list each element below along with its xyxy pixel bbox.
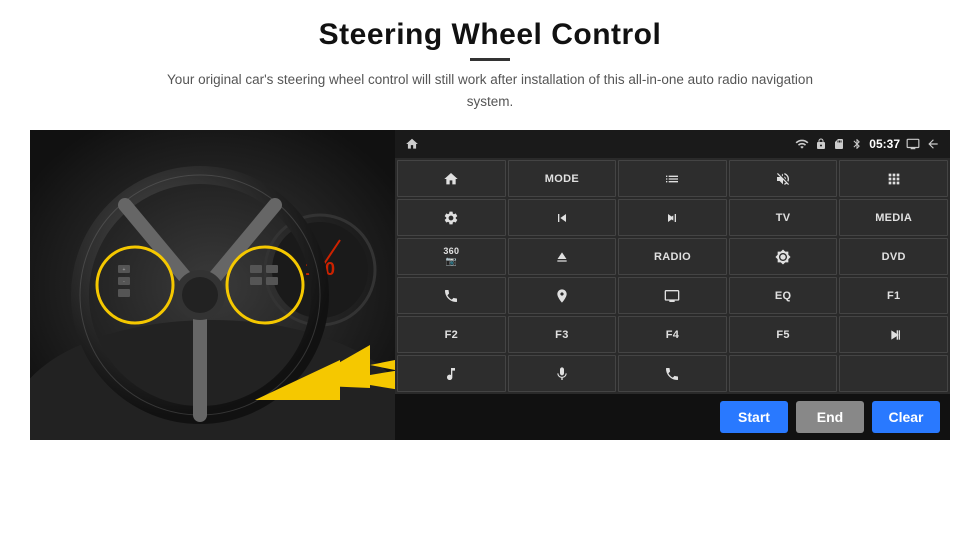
lock-icon bbox=[815, 138, 827, 150]
page-wrapper: Steering Wheel Control Your original car… bbox=[0, 0, 980, 544]
btn-f2[interactable]: F2 bbox=[397, 316, 506, 353]
btn-mic[interactable] bbox=[508, 355, 617, 392]
btn-eject[interactable] bbox=[508, 238, 617, 275]
btn-music[interactable] bbox=[397, 355, 506, 392]
bluetooth-icon bbox=[851, 138, 863, 150]
btn-playpause[interactable] bbox=[839, 316, 948, 353]
btn-empty1 bbox=[729, 355, 838, 392]
btn-f4[interactable]: F4 bbox=[618, 316, 727, 353]
btn-forward[interactable] bbox=[618, 199, 727, 236]
btn-apps[interactable] bbox=[839, 160, 948, 197]
btn-media[interactable]: MEDIA bbox=[839, 199, 948, 236]
screen-icon bbox=[906, 137, 920, 151]
android-screen: 05:37 MODE bbox=[395, 130, 950, 440]
btn-f5[interactable]: F5 bbox=[729, 316, 838, 353]
title-section: Steering Wheel Control Your original car… bbox=[150, 18, 830, 112]
title-divider bbox=[470, 58, 510, 61]
bottom-bar: Start End Clear bbox=[395, 394, 950, 440]
btn-home[interactable] bbox=[397, 160, 506, 197]
end-button[interactable]: End bbox=[796, 401, 864, 433]
status-bar: 05:37 bbox=[395, 130, 950, 158]
btn-360cam[interactable]: 360📷 bbox=[397, 238, 506, 275]
btn-mode[interactable]: MODE bbox=[508, 160, 617, 197]
btn-f1[interactable]: F1 bbox=[839, 277, 948, 314]
clear-button[interactable]: Clear bbox=[872, 401, 940, 433]
status-left bbox=[405, 137, 419, 151]
svg-text:+: + bbox=[123, 267, 126, 273]
back-icon bbox=[926, 137, 940, 151]
status-right: 05:37 bbox=[795, 137, 940, 151]
btn-settings[interactable] bbox=[397, 199, 506, 236]
subtitle: Your original car's steering wheel contr… bbox=[150, 69, 830, 112]
btn-dvd[interactable]: DVD bbox=[839, 238, 948, 275]
start-button[interactable]: Start bbox=[720, 401, 788, 433]
wifi-icon bbox=[795, 137, 809, 151]
btn-empty2 bbox=[839, 355, 948, 392]
btn-rewind[interactable] bbox=[508, 199, 617, 236]
steering-wheel-image: 100 bbox=[30, 130, 395, 440]
status-time: 05:37 bbox=[869, 137, 900, 151]
btn-brightness[interactable] bbox=[729, 238, 838, 275]
sd-icon bbox=[833, 138, 845, 150]
btn-mute[interactable] bbox=[729, 160, 838, 197]
btn-radio[interactable]: RADIO bbox=[618, 238, 727, 275]
page-title: Steering Wheel Control bbox=[150, 18, 830, 52]
btn-list[interactable] bbox=[618, 160, 727, 197]
content-area: 100 bbox=[30, 130, 950, 440]
btn-eq[interactable]: EQ bbox=[729, 277, 838, 314]
btn-phone[interactable] bbox=[397, 277, 506, 314]
btn-f3[interactable]: F3 bbox=[508, 316, 617, 353]
btn-grid: MODE TV bbox=[395, 158, 950, 394]
btn-callend[interactable] bbox=[618, 355, 727, 392]
btn-navigation[interactable] bbox=[508, 277, 617, 314]
btn-tv[interactable]: TV bbox=[729, 199, 838, 236]
home-status-icon bbox=[405, 137, 419, 151]
btn-display[interactable] bbox=[618, 277, 727, 314]
